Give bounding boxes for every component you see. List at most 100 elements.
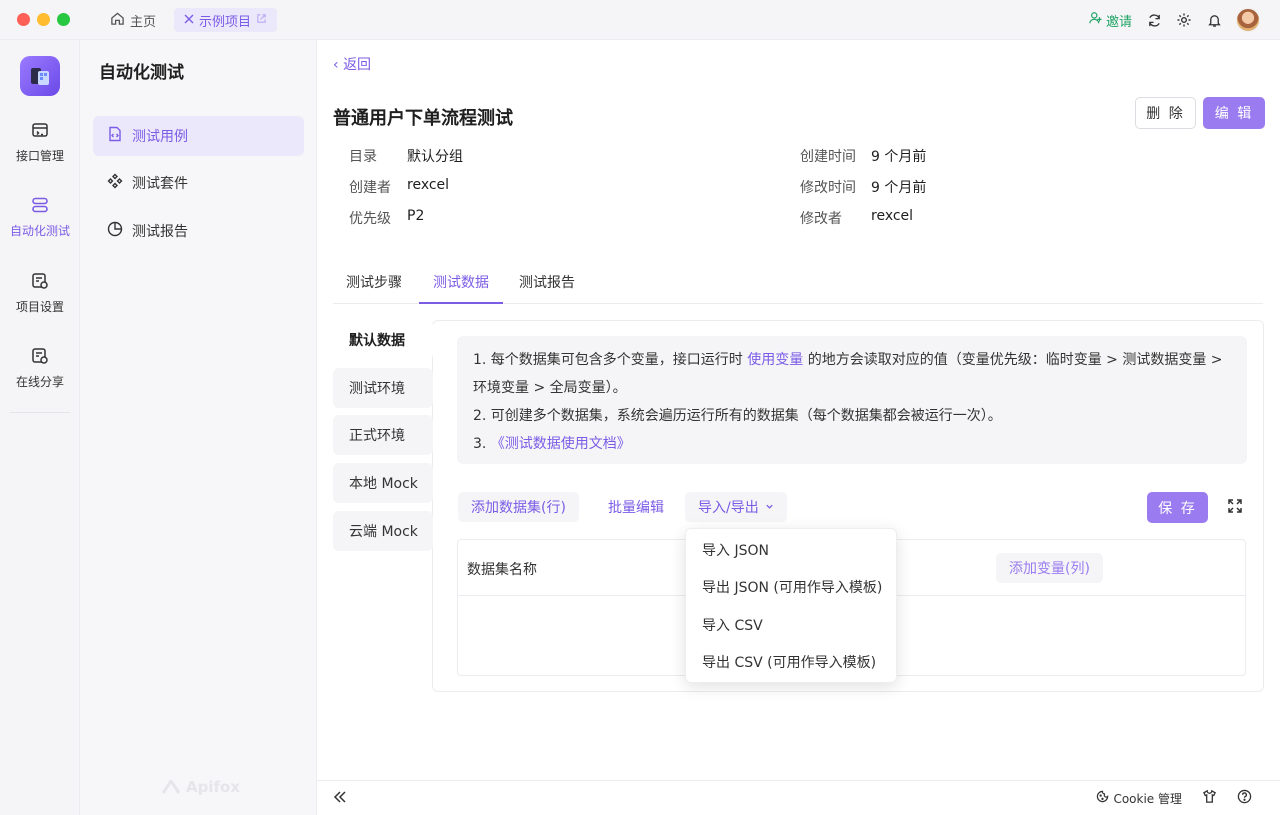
help-icon[interactable] [1237,789,1252,807]
main-content: ‹ 返回 普通用户下单流程测试 删 除 编 辑 目录 默认分组 创建者 rexc… [317,40,1280,780]
menu-item-import-csv[interactable]: 导入 CSV [686,606,896,644]
edit-button[interactable]: 编 辑 [1203,97,1265,129]
env-item-test[interactable]: 测试环境 [333,368,433,408]
menu-item-export-json[interactable]: 导出 JSON (可用作导入模板) [686,569,896,607]
batch-edit-button[interactable]: 批量编辑 [608,492,664,522]
env-item-prod[interactable]: 正式环境 [333,415,433,455]
meta-value: P2 [407,208,425,224]
share-doc-icon [31,347,49,368]
env-item-local-mock[interactable]: 本地 Mock [333,463,433,503]
menu-item-import-json[interactable]: 导入 JSON [686,531,896,569]
add-dataset-button[interactable]: 添加数据集(行) [458,492,579,522]
import-export-dropdown: 导入 JSON 导出 JSON (可用作导入模板) 导入 CSV 导出 CSV … [685,528,897,683]
rail-item-api[interactable]: 接口管理 [0,112,80,172]
import-export-label: 导入/导出 [698,500,759,516]
sidebar-item-label: 测试套件 [132,176,188,192]
external-link-icon[interactable] [256,13,267,28]
api-icon [31,121,49,142]
meta-key: 创建者 [349,180,391,196]
footer-actions: Cookie 管理 [1096,789,1252,807]
meta-key: 目录 [349,149,377,165]
sidebar-item-test-cases[interactable]: 测试用例 [93,116,304,156]
page-title: 普通用户下单流程测试 [333,108,513,129]
tab-test-data[interactable]: 测试数据 [419,272,503,304]
info-line-3: 2. 可创建多个数据集，系统会遍历运行所有的数据集（每个数据集都会被运行一次）。 [473,408,1002,424]
tab-test-report[interactable]: 测试报告 [519,272,575,302]
settings-doc-icon [31,272,49,293]
delete-button[interactable]: 删 除 [1135,97,1196,129]
rail-item-label: 项目设置 [15,299,64,314]
info-box: 1. 每个数据集可包含多个变量，接口运行时 使用变量 的地方会读取对应的值（变量… [457,336,1247,464]
sync-icon[interactable] [1146,12,1162,28]
home-icon [110,11,125,30]
nav-rail: 接口管理 自动化测试 项目设置 在线分享 [0,40,80,815]
tab-test-steps[interactable]: 测试步骤 [346,272,402,302]
meta-value: 默认分组 [407,149,463,165]
tab-project[interactable]: 示例项目 [174,8,278,32]
minimize-window-button[interactable] [37,13,50,26]
chevron-left-icon: ‹ [333,57,339,73]
add-variable-column-button[interactable]: 添加变量(列) [996,553,1103,583]
cookie-manager-button[interactable]: Cookie 管理 [1096,790,1182,807]
save-button[interactable]: 保 存 [1147,492,1208,523]
rail-item-label: 在线分享 [15,374,64,389]
sidebar-item-label: 测试报告 [132,224,188,240]
back-link[interactable]: ‹ 返回 [333,54,371,74]
rail-item-share[interactable]: 在线分享 [0,338,80,398]
secondary-sidebar: 自动化测试 测试用例 测试套件 测试报告 Apifox [80,40,317,815]
bell-icon[interactable] [1206,12,1222,28]
info-line-1: 1. 每个数据集可包含多个变量，接口运行时 使用变量 的地方会读取对应的值（变量… [473,352,1223,368]
rail-divider [10,412,70,413]
meta-key: 优先级 [349,211,391,227]
chevron-down-icon [765,499,774,515]
import-export-button[interactable]: 导入/导出 [685,492,787,522]
test-case-icon [107,126,123,146]
back-label: 返回 [343,57,372,73]
meta-value: 9 个月前 [871,180,927,196]
cookie-icon [1096,790,1109,806]
gear-icon[interactable] [1176,12,1192,28]
meta-key: 创建时间 [800,149,856,165]
close-window-button[interactable] [17,13,30,26]
title-bar: 主页 示例项目 邀请 [0,0,1280,40]
info-line-2: 环境变量 > 全局变量）。 [473,380,627,396]
meta-value: rexcel [871,208,914,224]
watermark-text: Apifox [186,778,240,796]
automation-icon [31,196,49,217]
info-line-4: 3. 《测试数据使用文档》 [473,436,631,452]
rail-item-project-settings[interactable]: 项目设置 [0,263,80,323]
tab-home-label: 主页 [130,14,157,30]
close-tab-icon[interactable] [184,13,194,28]
app-logo-icon [20,56,60,96]
sidebar-title: 自动化测试 [99,63,184,83]
env-item-cloud-mock[interactable]: 云端 Mock [333,511,433,551]
status-bar: Cookie 管理 [317,780,1280,815]
sidebar-item-test-suites[interactable]: 测试套件 [93,163,304,203]
invite-button[interactable]: 邀请 [1089,11,1132,30]
tab-project-label: 示例项目 [199,14,252,30]
sidebar-item-label: 测试用例 [132,129,188,145]
rail-item-automation[interactable]: 自动化测试 [0,187,80,247]
column-header-dataset-name: 数据集名称 [467,562,537,578]
fullscreen-icon[interactable] [1227,498,1245,516]
avatar[interactable] [1236,8,1260,32]
maximize-window-button[interactable] [57,13,70,26]
collapse-sidebar-icon[interactable] [333,790,349,806]
meta-value: 9 个月前 [871,149,927,165]
report-icon [107,221,123,241]
invite-label: 邀请 [1105,14,1132,30]
env-item-default[interactable]: 默认数据 [333,320,433,360]
sidebar-item-test-reports[interactable]: 测试报告 [93,211,304,251]
meta-value: rexcel [407,177,450,193]
docs-link[interactable]: 《测试数据使用文档》 [491,436,631,452]
rail-item-label: 自动化测试 [9,223,70,238]
suite-icon [107,173,123,193]
titlebar-actions: 邀请 [1089,8,1260,32]
cookie-label: Cookie 管理 [1113,791,1182,806]
rail-item-label: 接口管理 [15,148,64,163]
menu-item-export-csv[interactable]: 导出 CSV (可用作导入模板) [686,644,896,682]
shirt-icon[interactable] [1202,789,1217,807]
add-user-icon [1089,11,1103,29]
tab-home[interactable]: 主页 [104,8,162,32]
use-variable-link[interactable]: 使用变量 [747,352,803,368]
